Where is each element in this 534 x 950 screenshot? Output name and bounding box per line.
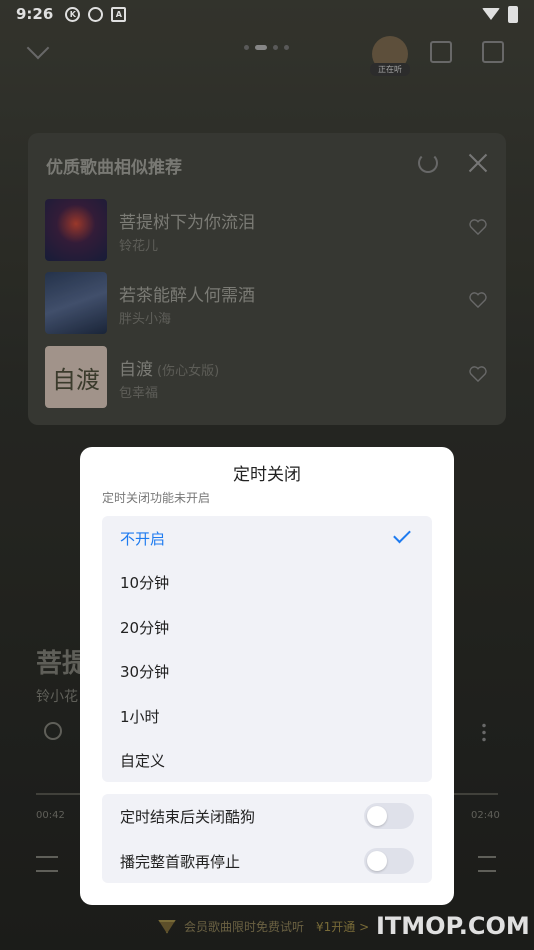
timer-option-30min[interactable]: 30分钟 (102, 649, 432, 693)
sleep-timer-dialog: 定时关闭 定时关闭功能未开启 不开启 10分钟 20分钟 30分钟 1小时 自定… (80, 447, 454, 905)
timer-option-20min[interactable]: 20分钟 (102, 605, 432, 649)
toggle-label: 播完整首歌再停止 (120, 852, 241, 871)
dialog-subtitle: 定时关闭功能未开启 (102, 491, 211, 505)
close-app-switch[interactable] (364, 803, 414, 829)
timer-options: 不开启 10分钟 20分钟 30分钟 1小时 自定义 (102, 516, 432, 782)
timer-option-off[interactable]: 不开启 (102, 516, 432, 560)
check-icon (393, 525, 411, 544)
dialog-title: 定时关闭 (233, 465, 301, 485)
timer-option-custom[interactable]: 自定义 (102, 738, 432, 782)
finish-song-switch[interactable] (364, 848, 414, 874)
option-label: 10分钟 (120, 573, 170, 592)
toggle-row-close-app: 定时结束后关闭酷狗 (102, 794, 432, 838)
switch-knob (367, 851, 387, 871)
toggle-row-finish-song: 播完整首歌再停止 (102, 839, 432, 883)
option-label: 1小时 (120, 707, 160, 726)
timer-toggles: 定时结束后关闭酷狗 播完整首歌再停止 (102, 794, 432, 883)
option-label: 自定义 (120, 751, 166, 770)
switch-knob (367, 806, 387, 826)
timer-option-10min[interactable]: 10分钟 (102, 560, 432, 604)
option-label: 20分钟 (120, 618, 170, 637)
timer-option-1hour[interactable]: 1小时 (102, 694, 432, 738)
option-label: 30分钟 (120, 662, 170, 681)
option-label: 不开启 (120, 529, 166, 548)
toggle-label: 定时结束后关闭酷狗 (120, 807, 256, 826)
